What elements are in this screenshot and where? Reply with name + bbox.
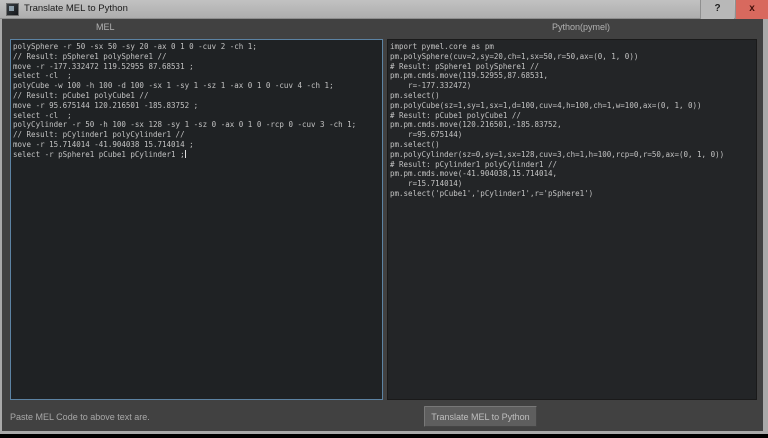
code-line: # Result: pCylinder1 polyCylinder1 // — [390, 159, 558, 169]
window-title: Translate MEL to Python — [24, 3, 128, 14]
code-line: pm.polySphere(cuv=2,sy=20,ch=1,sx=50,r=5… — [390, 51, 639, 61]
mel-pane-label: MEL — [96, 22, 115, 32]
code-line: pm.pm.cmds.move(-41.904038,15.714014, — [390, 169, 558, 179]
code-line: polySphere -r 50 -sx 50 -sy 20 -ax 0 1 0… — [13, 42, 257, 51]
code-line: pm.pm.cmds.move(120.216501,-185.83752, — [390, 120, 562, 130]
code-line: move -r 95.675144 120.216501 -185.83752 … — [13, 100, 199, 110]
screen: Translate MEL to Python ? x MEL Python(p… — [0, 0, 768, 438]
code-line: select -cl ; — [13, 71, 72, 81]
code-line: // Result: pSphere1 polySphere1 // — [13, 51, 167, 61]
code-line: pm.select('pCube1','pCylinder1',r='pSphe… — [390, 188, 594, 198]
app-icon — [6, 3, 19, 16]
mel-code-editor[interactable]: polySphere -r 50 -sx 50 -sy 20 -ax 0 1 0… — [10, 39, 383, 400]
code-line: # Result: pCube1 polyCube1 // — [390, 110, 521, 120]
code-line: // Result: pCube1 polyCube1 // — [13, 90, 149, 100]
help-button[interactable]: ? — [700, 0, 734, 19]
code-line: pm.pm.cmds.move(119.52955,87.68531, — [390, 71, 549, 81]
code-line: pm.polyCylinder(sz=0,sy=1,sx=128,cuv=3,c… — [390, 149, 725, 159]
code-line: r=-177.332472) — [390, 81, 472, 91]
code-line: r=95.675144) — [390, 130, 463, 140]
code-line: pm.select() — [390, 90, 440, 100]
code-line: pm.select() — [390, 139, 440, 149]
translate-button[interactable]: Translate MEL to Python — [424, 406, 537, 427]
code-line: polyCylinder -r 50 -h 100 -sx 128 -sy 1 … — [13, 120, 357, 130]
code-line: move -r 15.714014 -41.904038 15.714014 ; — [13, 139, 194, 149]
window-titlebar[interactable]: Translate MEL to Python ? x — [0, 0, 768, 19]
code-line: pm.polyCube(sz=1,sy=1,sx=1,d=100,cuv=4,h… — [390, 100, 702, 110]
close-button[interactable]: x — [735, 0, 768, 19]
code-line: select -r pSphere1 pCube1 pCylinder1 ; — [13, 150, 380, 160]
code-line: move -r -177.332472 119.52955 87.68531 ; — [13, 61, 194, 71]
footer-hint: Paste MEL Code to above text are. — [10, 412, 150, 422]
code-line: // Result: pCylinder1 polyCylinder1 // — [13, 130, 185, 140]
code-line: select -cl ; — [13, 110, 72, 120]
code-line: # Result: pSphere1 polySphere1 // — [390, 61, 540, 71]
code-line: polyCube -w 100 -h 100 -d 100 -sx 1 -sy … — [13, 81, 334, 91]
code-line: r=15.714014) — [390, 179, 463, 189]
python-pane-label: Python(pymel) — [552, 22, 611, 32]
python-code-output[interactable]: import pymel.core as pm pm.polySphere(cuv… — [387, 39, 757, 400]
code-line: import pymel.core as pm — [390, 42, 494, 51]
